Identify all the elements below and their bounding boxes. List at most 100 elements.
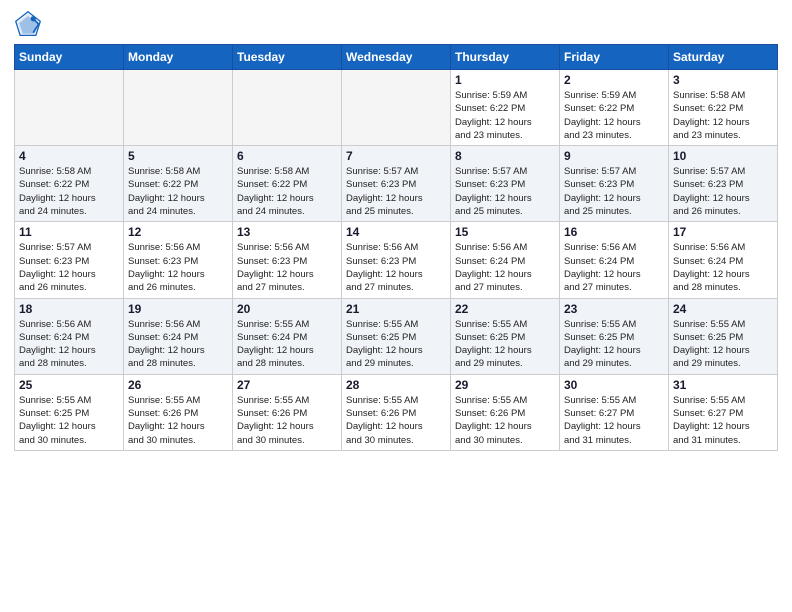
calendar-cell: 30Sunrise: 5:55 AMSunset: 6:27 PMDayligh… xyxy=(560,374,669,450)
logo-icon xyxy=(14,10,42,38)
day-info: Sunrise: 5:55 AMSunset: 6:27 PMDaylight:… xyxy=(673,394,773,447)
day-number: 9 xyxy=(564,149,664,163)
day-info: Sunrise: 5:56 AMSunset: 6:24 PMDaylight:… xyxy=(128,318,228,371)
calendar-cell xyxy=(124,70,233,146)
day-number: 18 xyxy=(19,302,119,316)
day-info: Sunrise: 5:56 AMSunset: 6:23 PMDaylight:… xyxy=(346,241,446,294)
day-info: Sunrise: 5:56 AMSunset: 6:24 PMDaylight:… xyxy=(455,241,555,294)
calendar-cell: 17 Sunrise: 5:56 AMSunset: 6:24 PMDayligh… xyxy=(669,222,778,298)
calendar: SundayMondayTuesdayWednesdayThursdayFrid… xyxy=(14,44,778,451)
calendar-cell: 25 Sunrise: 5:55 AMSunset: 6:25 PMDayligh… xyxy=(15,374,124,450)
calendar-cell: 19 Sunrise: 5:56 AMSunset: 6:24 PMDayligh… xyxy=(124,298,233,374)
day-number: 4 xyxy=(19,149,119,163)
day-number: 14 xyxy=(346,225,446,239)
day-number: 13 xyxy=(237,225,337,239)
weekday-saturday: Saturday xyxy=(669,45,778,70)
calendar-cell: 20 Sunrise: 5:55 AMSunset: 6:24 PMDayligh… xyxy=(233,298,342,374)
day-number: 1 xyxy=(455,73,555,87)
week-row-2: 4 Sunrise: 5:58 AMSunset: 6:22 PMDaylight… xyxy=(15,146,778,222)
weekday-monday: Monday xyxy=(124,45,233,70)
day-info: Sunrise: 5:57 AMSunset: 6:23 PMDaylight:… xyxy=(455,165,555,218)
day-info: Sunrise: 5:55 AMSunset: 6:26 PMDaylight:… xyxy=(128,394,228,447)
day-info: Sunrise: 5:55 AMSunset: 6:26 PMDaylight:… xyxy=(237,394,337,447)
calendar-cell: 22 Sunrise: 5:55 AMSunset: 6:25 PMDayligh… xyxy=(451,298,560,374)
calendar-cell: 24Sunrise: 5:55 AMSunset: 6:25 PMDayligh… xyxy=(669,298,778,374)
day-info: Sunrise: 5:56 AMSunset: 6:24 PMDaylight:… xyxy=(564,241,664,294)
day-number: 16 xyxy=(564,225,664,239)
day-number: 3 xyxy=(673,73,773,87)
day-info: Sunrise: 5:58 AMSunset: 6:22 PMDaylight:… xyxy=(673,89,773,142)
calendar-cell: 31Sunrise: 5:55 AMSunset: 6:27 PMDayligh… xyxy=(669,374,778,450)
week-row-3: 11Sunrise: 5:57 AMSunset: 6:23 PMDayligh… xyxy=(15,222,778,298)
page: SundayMondayTuesdayWednesdayThursdayFrid… xyxy=(0,0,792,612)
calendar-cell: 21Sunrise: 5:55 AMSunset: 6:25 PMDayligh… xyxy=(342,298,451,374)
day-info: Sunrise: 5:59 AMSunset: 6:22 PMDaylight:… xyxy=(564,89,664,142)
weekday-tuesday: Tuesday xyxy=(233,45,342,70)
day-info: Sunrise: 5:57 AMSunset: 6:23 PMDaylight:… xyxy=(19,241,119,294)
calendar-cell: 8 Sunrise: 5:57 AMSunset: 6:23 PMDaylight… xyxy=(451,146,560,222)
calendar-cell: 4 Sunrise: 5:58 AMSunset: 6:22 PMDaylight… xyxy=(15,146,124,222)
calendar-cell: 3 Sunrise: 5:58 AMSunset: 6:22 PMDaylight… xyxy=(669,70,778,146)
calendar-cell: 10 Sunrise: 5:57 AMSunset: 6:23 PMDayligh… xyxy=(669,146,778,222)
calendar-cell: 7 Sunrise: 5:57 AMSunset: 6:23 PMDaylight… xyxy=(342,146,451,222)
calendar-cell: 27Sunrise: 5:55 AMSunset: 6:26 PMDayligh… xyxy=(233,374,342,450)
day-info: Sunrise: 5:57 AMSunset: 6:23 PMDaylight:… xyxy=(673,165,773,218)
day-number: 22 xyxy=(455,302,555,316)
day-info: Sunrise: 5:56 AMSunset: 6:24 PMDaylight:… xyxy=(673,241,773,294)
day-info: Sunrise: 5:58 AMSunset: 6:22 PMDaylight:… xyxy=(237,165,337,218)
day-number: 20 xyxy=(237,302,337,316)
day-number: 10 xyxy=(673,149,773,163)
day-number: 19 xyxy=(128,302,228,316)
calendar-cell: 9Sunrise: 5:57 AMSunset: 6:23 PMDaylight… xyxy=(560,146,669,222)
day-info: Sunrise: 5:55 AMSunset: 6:26 PMDaylight:… xyxy=(455,394,555,447)
header xyxy=(14,10,778,38)
day-info: Sunrise: 5:55 AMSunset: 6:25 PMDaylight:… xyxy=(455,318,555,371)
calendar-cell: 15 Sunrise: 5:56 AMSunset: 6:24 PMDayligh… xyxy=(451,222,560,298)
calendar-cell: 1 Sunrise: 5:59 AMSunset: 6:22 PMDaylight… xyxy=(451,70,560,146)
calendar-cell: 6Sunrise: 5:58 AMSunset: 6:22 PMDaylight… xyxy=(233,146,342,222)
day-number: 15 xyxy=(455,225,555,239)
day-info: Sunrise: 5:56 AMSunset: 6:23 PMDaylight:… xyxy=(237,241,337,294)
weekday-wednesday: Wednesday xyxy=(342,45,451,70)
day-number: 25 xyxy=(19,378,119,392)
day-info: Sunrise: 5:55 AMSunset: 6:24 PMDaylight:… xyxy=(237,318,337,371)
calendar-cell: 14 Sunrise: 5:56 AMSunset: 6:23 PMDayligh… xyxy=(342,222,451,298)
day-info: Sunrise: 5:58 AMSunset: 6:22 PMDaylight:… xyxy=(19,165,119,218)
day-number: 30 xyxy=(564,378,664,392)
calendar-cell: 5Sunrise: 5:58 AMSunset: 6:22 PMDaylight… xyxy=(124,146,233,222)
weekday-thursday: Thursday xyxy=(451,45,560,70)
calendar-cell: 26Sunrise: 5:55 AMSunset: 6:26 PMDayligh… xyxy=(124,374,233,450)
day-number: 29 xyxy=(455,378,555,392)
calendar-cell: 16 Sunrise: 5:56 AMSunset: 6:24 PMDayligh… xyxy=(560,222,669,298)
day-info: Sunrise: 5:58 AMSunset: 6:22 PMDaylight:… xyxy=(128,165,228,218)
week-row-1: 1 Sunrise: 5:59 AMSunset: 6:22 PMDaylight… xyxy=(15,70,778,146)
day-number: 17 xyxy=(673,225,773,239)
logo xyxy=(14,10,46,38)
week-row-4: 18 Sunrise: 5:56 AMSunset: 6:24 PMDayligh… xyxy=(15,298,778,374)
day-number: 28 xyxy=(346,378,446,392)
calendar-cell: 28 Sunrise: 5:55 AMSunset: 6:26 PMDayligh… xyxy=(342,374,451,450)
day-info: Sunrise: 5:55 AMSunset: 6:25 PMDaylight:… xyxy=(564,318,664,371)
day-info: Sunrise: 5:55 AMSunset: 6:25 PMDaylight:… xyxy=(19,394,119,447)
calendar-cell xyxy=(233,70,342,146)
day-number: 2 xyxy=(564,73,664,87)
weekday-friday: Friday xyxy=(560,45,669,70)
day-info: Sunrise: 5:56 AMSunset: 6:23 PMDaylight:… xyxy=(128,241,228,294)
calendar-cell: 29 Sunrise: 5:55 AMSunset: 6:26 PMDayligh… xyxy=(451,374,560,450)
day-info: Sunrise: 5:59 AMSunset: 6:22 PMDaylight:… xyxy=(455,89,555,142)
day-number: 8 xyxy=(455,149,555,163)
day-number: 23 xyxy=(564,302,664,316)
day-number: 12 xyxy=(128,225,228,239)
day-number: 21 xyxy=(346,302,446,316)
week-row-5: 25 Sunrise: 5:55 AMSunset: 6:25 PMDayligh… xyxy=(15,374,778,450)
calendar-cell xyxy=(342,70,451,146)
day-number: 24 xyxy=(673,302,773,316)
calendar-cell: 2 Sunrise: 5:59 AMSunset: 6:22 PMDaylight… xyxy=(560,70,669,146)
calendar-cell: 12 Sunrise: 5:56 AMSunset: 6:23 PMDayligh… xyxy=(124,222,233,298)
calendar-cell: 18Sunrise: 5:56 AMSunset: 6:24 PMDayligh… xyxy=(15,298,124,374)
day-number: 7 xyxy=(346,149,446,163)
calendar-cell: 23 Sunrise: 5:55 AMSunset: 6:25 PMDayligh… xyxy=(560,298,669,374)
day-info: Sunrise: 5:57 AMSunset: 6:23 PMDaylight:… xyxy=(346,165,446,218)
day-info: Sunrise: 5:55 AMSunset: 6:26 PMDaylight:… xyxy=(346,394,446,447)
weekday-sunday: Sunday xyxy=(15,45,124,70)
